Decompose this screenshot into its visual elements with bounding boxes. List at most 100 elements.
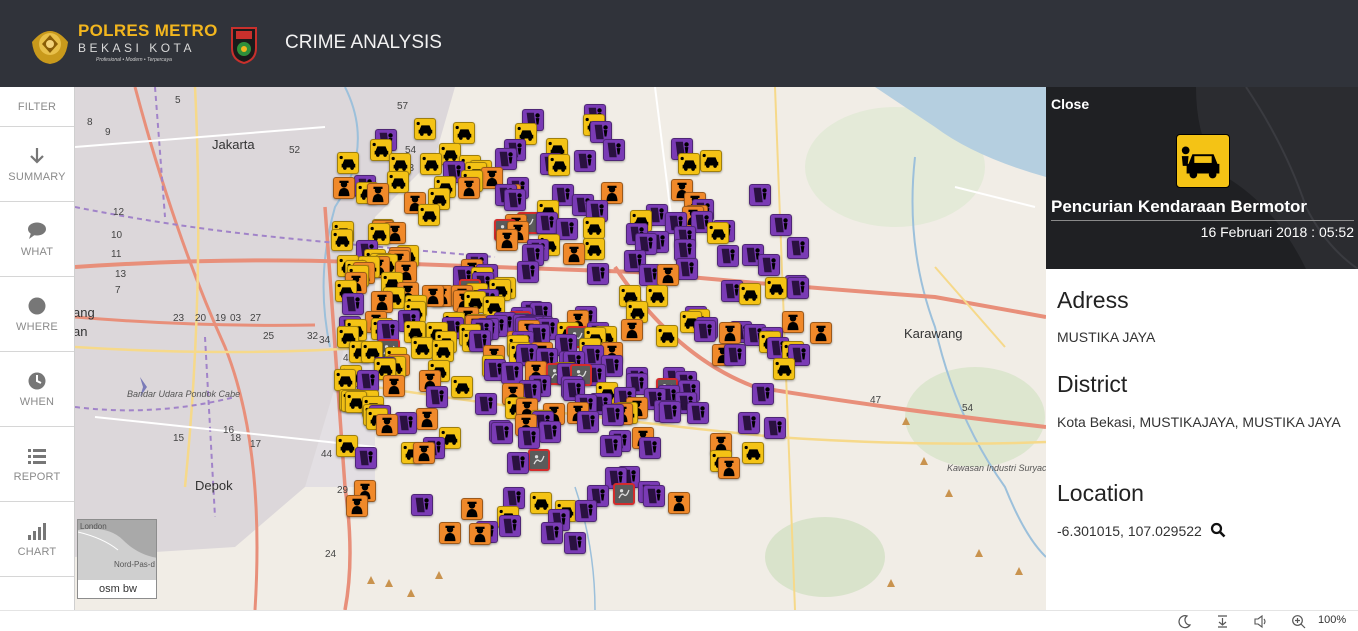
zoom-in-icon[interactable] [1291,614,1306,629]
crime-marker[interactable] [656,325,678,347]
crime-marker[interactable] [458,177,480,199]
crime-marker[interactable] [367,183,389,205]
crime-marker[interactable] [563,243,585,265]
speaker-icon[interactable] [1253,614,1268,629]
crime-marker[interactable] [621,319,643,341]
crime-marker[interactable] [475,393,497,415]
crime-marker[interactable] [507,452,529,474]
crime-marker[interactable] [752,383,774,405]
crime-marker[interactable] [707,222,729,244]
crime-marker[interactable] [694,320,716,342]
crime-marker[interactable] [541,522,563,544]
crime-marker[interactable] [583,217,605,239]
crime-marker[interactable] [758,254,780,276]
crime-marker[interactable] [659,401,681,423]
crime-marker[interactable] [432,340,454,362]
crime-marker[interactable] [504,189,526,211]
crime-marker[interactable] [395,412,417,434]
crime-marker[interactable] [337,152,359,174]
download-icon[interactable] [1215,614,1230,629]
crime-marker[interactable] [787,277,809,299]
crime-marker[interactable] [333,177,355,199]
crime-marker[interactable] [418,204,440,226]
crime-marker[interactable] [782,311,804,333]
crime-marker[interactable] [414,118,436,140]
crime-marker[interactable] [668,492,690,514]
crime-map[interactable]: Jakarta Depok Karawang ang an Bandar Uda… [75,87,1046,610]
crime-marker[interactable] [724,344,746,366]
crime-marker[interactable] [574,150,596,172]
crime-marker[interactable] [787,237,809,259]
crime-marker[interactable] [342,293,364,315]
crime-marker[interactable] [738,412,760,434]
crime-marker[interactable] [564,532,586,554]
crime-marker[interactable] [357,370,379,392]
crime-marker[interactable] [491,422,513,444]
crime-marker[interactable] [718,457,740,479]
nav-what[interactable]: WHAT [0,202,74,277]
crime-marker[interactable] [603,139,625,161]
crime-marker[interactable] [602,404,624,426]
search-icon[interactable] [1210,522,1226,538]
crime-marker[interactable] [742,442,764,464]
crime-marker[interactable] [376,414,398,436]
crime-marker[interactable] [426,386,448,408]
crime-marker[interactable] [810,322,832,344]
crime-marker[interactable] [439,522,461,544]
crime-marker[interactable] [643,485,665,507]
crime-marker[interactable] [539,421,561,443]
crime-marker[interactable] [346,495,368,517]
crime-marker[interactable] [764,417,786,439]
crime-marker[interactable] [678,153,700,175]
crime-marker[interactable] [657,264,679,286]
crime-marker[interactable] [575,500,597,522]
crime-marker[interactable] [469,523,491,545]
close-button[interactable]: Close [1051,96,1089,112]
crime-marker[interactable] [739,283,761,305]
nav-summary[interactable]: SUMMARY [0,127,74,202]
crime-marker[interactable] [639,437,661,459]
crime-marker[interactable] [387,171,409,193]
crime-marker[interactable] [749,184,771,206]
crime-marker[interactable] [411,494,433,516]
crime-marker[interactable] [528,449,550,471]
crime-marker[interactable] [461,498,483,520]
crime-marker[interactable] [334,369,356,391]
nav-where[interactable]: WHERE [0,277,74,352]
crime-marker[interactable] [773,358,795,380]
crime-marker[interactable] [517,261,539,283]
crime-marker[interactable] [536,212,558,234]
crime-marker[interactable] [331,229,353,251]
minimap[interactable]: London Nord-Pas-d osm bw [77,519,157,599]
crime-marker[interactable] [451,376,473,398]
nav-chart[interactable]: CHART [0,502,74,577]
crime-marker[interactable] [587,263,609,285]
crime-marker[interactable] [717,245,739,267]
crime-marker[interactable] [499,515,521,537]
crime-marker[interactable] [383,375,405,397]
crime-marker[interactable] [687,402,709,424]
crime-marker[interactable] [765,277,787,299]
crime-marker[interactable] [676,258,698,280]
crime-marker[interactable] [371,291,393,313]
crime-marker[interactable] [583,238,605,260]
crime-marker[interactable] [613,483,635,505]
crime-marker[interactable] [518,427,540,449]
crime-marker[interactable] [355,447,377,469]
crime-marker[interactable] [646,285,668,307]
moon-icon[interactable] [1177,614,1192,629]
crime-marker[interactable] [496,229,518,251]
crime-marker[interactable] [577,411,599,433]
crime-marker[interactable] [548,154,570,176]
nav-filter[interactable]: FILTER [0,87,74,127]
crime-marker[interactable] [420,153,442,175]
crime-marker[interactable] [411,337,433,359]
crime-marker[interactable] [719,322,741,344]
crime-marker[interactable] [453,122,475,144]
crime-marker[interactable] [600,435,622,457]
nav-report[interactable]: REPORT [0,427,74,502]
crime-marker[interactable] [416,408,438,430]
nav-when[interactable]: WHEN [0,352,74,427]
crime-marker[interactable] [700,150,722,172]
crime-marker[interactable] [770,214,792,236]
